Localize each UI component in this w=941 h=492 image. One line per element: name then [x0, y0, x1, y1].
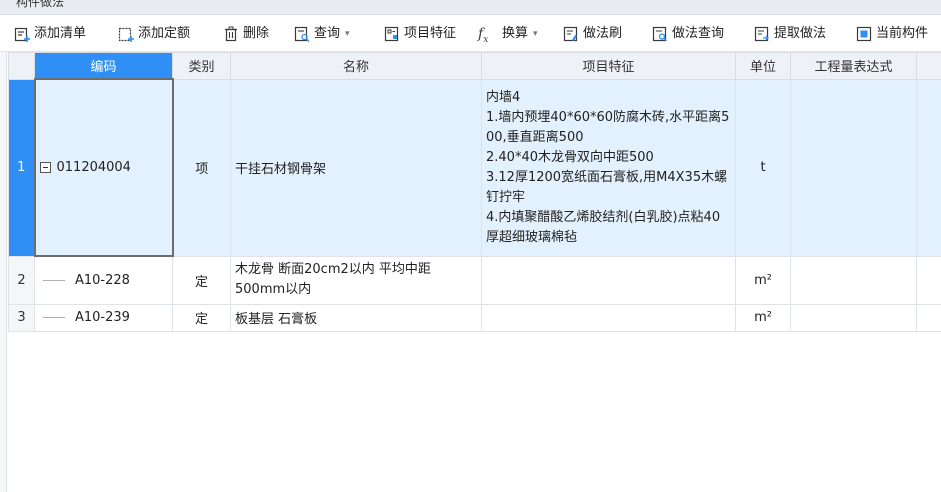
- extra-cell: [916, 303, 941, 332]
- feature-button[interactable]: 项目特征: [384, 24, 456, 44]
- convert-dropdown-icon[interactable]: ▾: [533, 24, 538, 44]
- method-query-label: 做法查询: [672, 26, 725, 41]
- table-header-row: 编码 类别 名称 项目特征 单位 工程量表达式: [8, 52, 941, 80]
- method-brush-button[interactable]: 做法刷: [563, 24, 622, 44]
- trash-icon: [225, 26, 237, 42]
- header-category[interactable]: 类别: [172, 52, 231, 80]
- feature-icon: [384, 26, 399, 42]
- header-extra: [916, 52, 941, 80]
- expression-cell[interactable]: [790, 255, 917, 305]
- feature-cell[interactable]: 内墙4 1.墙内预埋40*60*60防腐木砖,水平距离500,垂直距离500 2…: [481, 78, 736, 257]
- panel-title: 构件做法: [16, 0, 65, 9]
- row-number[interactable]: 3: [8, 303, 35, 332]
- add-quota-label: 添加定额: [138, 26, 191, 41]
- category-cell[interactable]: 项: [172, 78, 231, 257]
- unit-cell[interactable]: m²: [735, 255, 791, 305]
- header-name[interactable]: 名称: [230, 52, 482, 80]
- code-cell[interactable]: A10-239: [34, 303, 173, 332]
- method-table: 编码 类别 名称 项目特征 单位 工程量表达式 1 011204004 项 干挂…: [8, 52, 941, 332]
- table-row[interactable]: 1 011204004 项 干挂石材钢骨架 内墙4 1.墙内预埋40*60*60…: [8, 78, 941, 257]
- tree-connector: [43, 317, 65, 318]
- query-icon: [294, 26, 310, 42]
- current-component-button[interactable]: 当前构件: [856, 24, 928, 44]
- method-query-icon: [652, 26, 667, 42]
- row-number[interactable]: 2: [8, 255, 35, 305]
- delete-button[interactable]: 删除: [223, 24, 269, 44]
- method-brush-label: 做法刷: [583, 26, 623, 41]
- query-dropdown-icon[interactable]: ▾: [345, 24, 350, 44]
- name-cell[interactable]: 板基层 石膏板: [230, 303, 482, 332]
- header-code[interactable]: 编码: [34, 52, 173, 80]
- code-cell[interactable]: 011204004: [33, 78, 174, 257]
- name-cell[interactable]: 干挂石材钢骨架: [230, 78, 482, 257]
- name-cell[interactable]: 木龙骨 断面20cm2以内 平均中距500mm以内: [230, 255, 482, 305]
- category-cell[interactable]: 定: [172, 255, 231, 305]
- code-value: A10-228: [75, 272, 130, 288]
- code-value: 011204004: [56, 160, 131, 175]
- collapse-icon[interactable]: [39, 162, 51, 173]
- convert-label: 换算: [502, 26, 529, 41]
- query-label: 查询: [314, 26, 341, 41]
- expression-cell[interactable]: [790, 303, 917, 332]
- extract-icon: [754, 26, 769, 42]
- tree-connector: [43, 279, 65, 281]
- table-row[interactable]: 3 A10-239 定 板基层 石膏板 m²: [8, 303, 941, 332]
- extract-method-label: 提取做法: [774, 26, 827, 41]
- header-unit[interactable]: 单位: [735, 52, 791, 80]
- add-list-button[interactable]: 添加清单: [14, 24, 86, 44]
- header-expression[interactable]: 工程量表达式: [790, 52, 917, 80]
- current-component-icon: [856, 26, 872, 42]
- feature-cell[interactable]: [481, 303, 736, 332]
- table-row[interactable]: 2 A10-228 定 木龙骨 断面20cm2以内 平均中距500mm以内 m²: [8, 255, 941, 305]
- feature-label: 项目特征: [404, 26, 457, 41]
- fx-icon: fx: [478, 26, 489, 45]
- add-quota-button[interactable]: 添加定额: [118, 24, 190, 44]
- expression-cell[interactable]: [790, 78, 917, 257]
- feature-cell[interactable]: [481, 255, 736, 305]
- extract-method-button[interactable]: 提取做法: [754, 24, 826, 44]
- extra-cell: [916, 255, 941, 305]
- query-button[interactable]: 查询 ▾: [294, 24, 350, 44]
- feature-value: 内墙4 1.墙内预埋40*60*60防腐木砖,水平距离500,垂直距离500 2…: [486, 89, 730, 245]
- code-cell[interactable]: A10-228: [34, 255, 173, 305]
- left-gutter: [0, 52, 7, 492]
- header-feature[interactable]: 项目特征: [481, 52, 736, 80]
- convert-button[interactable]: fx 换算 ▾: [478, 24, 538, 45]
- unit-cell[interactable]: m²: [735, 303, 791, 332]
- current-component-label: 当前构件: [876, 26, 929, 41]
- add-quota-icon: [118, 27, 134, 42]
- add-list-label: 添加清单: [34, 26, 87, 41]
- category-cell[interactable]: 定: [172, 303, 231, 332]
- brush-icon: [563, 26, 578, 42]
- delete-label: 删除: [243, 26, 270, 41]
- panel-header: 构件做法: [0, 0, 941, 15]
- method-grid: 编码 类别 名称 项目特征 单位 工程量表达式 1 011204004 项 干挂…: [8, 52, 941, 332]
- method-query-button[interactable]: 做法查询: [652, 24, 724, 44]
- toolbar: 添加清单 添加定额 删除 查询 ▾ 项目特征 fx 换算 ▾ 做法刷 做法查询 …: [0, 15, 941, 52]
- add-list-icon: [14, 27, 30, 42]
- code-value: A10-239: [75, 310, 130, 325]
- header-rownum: [8, 52, 35, 80]
- extra-cell: [916, 78, 941, 257]
- row-number[interactable]: 1: [8, 78, 35, 257]
- unit-cell[interactable]: t: [735, 78, 791, 257]
